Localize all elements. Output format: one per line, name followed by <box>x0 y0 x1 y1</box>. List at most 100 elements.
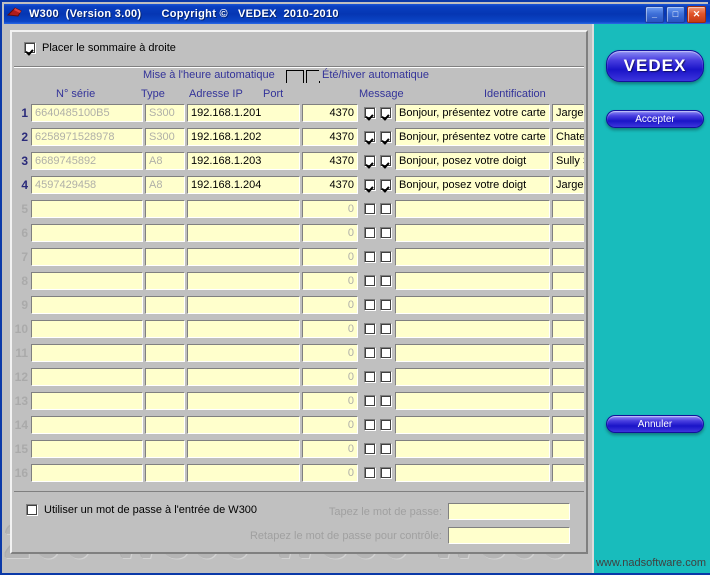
dst-checkbox-cell[interactable] <box>379 251 392 263</box>
cell-id[interactable]: Jargeau 2 <box>552 176 584 194</box>
cell-ip[interactable] <box>187 344 300 362</box>
cell-type[interactable]: S300 <box>145 128 185 146</box>
sync-checkbox[interactable] <box>363 275 376 287</box>
cell-ip[interactable]: 192.168.1.204 <box>187 176 300 194</box>
sync-checkbox[interactable] <box>363 347 376 359</box>
sync-checkbox-cell[interactable] <box>363 395 376 407</box>
cell-ip[interactable] <box>187 248 300 266</box>
cell-port[interactable]: 0 <box>302 272 358 290</box>
cell-id[interactable] <box>552 368 584 386</box>
cancel-button[interactable]: Annuler <box>606 415 704 433</box>
cell-port[interactable]: 0 <box>302 320 358 338</box>
use-password-row[interactable]: Utiliser un mot de passe à l'entrée de W… <box>26 504 257 516</box>
table-row[interactable]: 3 6689745892 A8 192.168.1.203 4370 Bonjour, p… <box>14 149 584 173</box>
cell-msg[interactable] <box>395 416 550 434</box>
table-row[interactable]: 4 4597429458 A8 192.168.1.204 4370 Bonjour, p… <box>14 173 584 197</box>
sync-checkbox-cell[interactable] <box>363 347 376 359</box>
cell-ip[interactable] <box>187 368 300 386</box>
cell-id[interactable] <box>552 272 584 290</box>
sync-checkbox-cell[interactable] <box>363 155 376 167</box>
cell-ip[interactable]: 192.168.1.202 <box>187 128 300 146</box>
dst-checkbox-cell[interactable] <box>379 107 392 119</box>
cell-port[interactable]: 0 <box>302 368 358 386</box>
cell-msg[interactable] <box>395 248 550 266</box>
sync-checkbox-cell[interactable] <box>363 203 376 215</box>
cell-msg[interactable] <box>395 368 550 386</box>
table-row[interactable]: 13 0 <box>14 389 584 413</box>
table-row[interactable]: 16 0 <box>14 461 584 485</box>
cell-ip[interactable]: 192.168.1.203 <box>187 152 300 170</box>
dst-checkbox[interactable] <box>379 131 392 143</box>
accept-button[interactable]: Accepter <box>606 110 704 128</box>
table-row[interactable]: 10 0 <box>14 317 584 341</box>
cell-type[interactable] <box>145 440 185 458</box>
sync-checkbox-cell[interactable] <box>363 323 376 335</box>
cell-msg[interactable]: Bonjour, présentez votre carte <box>395 128 550 146</box>
sync-checkbox[interactable] <box>363 203 376 215</box>
cell-ip[interactable]: 192.168.1.201 <box>187 104 300 122</box>
sync-checkbox-cell[interactable] <box>363 179 376 191</box>
sync-checkbox[interactable] <box>363 419 376 431</box>
dst-checkbox-cell[interactable] <box>379 227 392 239</box>
cell-id[interactable] <box>552 416 584 434</box>
sync-checkbox[interactable] <box>363 323 376 335</box>
cell-ip[interactable] <box>187 440 300 458</box>
table-row[interactable]: 50 <box>14 197 584 221</box>
sync-checkbox[interactable] <box>363 251 376 263</box>
cell-ip[interactable] <box>187 416 300 434</box>
dst-checkbox[interactable] <box>379 203 392 215</box>
cell-serial[interactable] <box>31 320 143 338</box>
dst-checkbox[interactable] <box>379 155 392 167</box>
sync-checkbox-cell[interactable] <box>363 419 376 431</box>
table-row[interactable]: 1 6640485100B5 S300 192.168.1.201 4370 Bonjou… <box>14 101 584 125</box>
cell-port[interactable]: 0 <box>302 416 358 434</box>
cell-port[interactable]: 0 <box>302 200 358 218</box>
cell-type[interactable] <box>145 416 185 434</box>
sync-checkbox-cell[interactable] <box>363 371 376 383</box>
cell-type[interactable]: A8 <box>145 152 185 170</box>
minimize-button[interactable]: _ <box>645 5 664 23</box>
dst-checkbox-cell[interactable] <box>379 179 392 191</box>
cell-type[interactable] <box>145 368 185 386</box>
cell-id[interactable]: Chateauneuf <box>552 128 584 146</box>
cell-id[interactable]: Sully Sur Loire <box>552 152 584 170</box>
dst-checkbox[interactable] <box>379 275 392 287</box>
cell-ip[interactable] <box>187 296 300 314</box>
dst-checkbox[interactable] <box>379 419 392 431</box>
cell-type[interactable] <box>145 200 185 218</box>
sync-checkbox-cell[interactable] <box>363 131 376 143</box>
sync-checkbox[interactable] <box>363 299 376 311</box>
maximize-button[interactable]: □ <box>666 5 685 23</box>
dst-checkbox[interactable] <box>379 467 392 479</box>
cell-id[interactable] <box>552 392 584 410</box>
sync-checkbox-cell[interactable] <box>363 107 376 119</box>
cell-ip[interactable] <box>187 320 300 338</box>
cell-serial[interactable] <box>31 416 143 434</box>
table-row[interactable]: 11 0 <box>14 341 584 365</box>
cell-msg[interactable] <box>395 272 550 290</box>
cell-serial[interactable] <box>31 224 143 242</box>
table-row[interactable]: 15 0 <box>14 437 584 461</box>
sync-checkbox-cell[interactable] <box>363 443 376 455</box>
cell-serial[interactable] <box>31 392 143 410</box>
cell-ip[interactable] <box>187 272 300 290</box>
dst-checkbox[interactable] <box>379 179 392 191</box>
dst-checkbox-cell[interactable] <box>379 299 392 311</box>
cell-id[interactable] <box>552 440 584 458</box>
dst-checkbox-cell[interactable] <box>379 371 392 383</box>
confirm-password-field[interactable] <box>448 527 570 544</box>
cell-serial[interactable] <box>31 248 143 266</box>
cell-id[interactable]: Jargeau 1 <box>552 104 584 122</box>
sync-checkbox[interactable] <box>363 395 376 407</box>
cell-msg[interactable] <box>395 440 550 458</box>
dst-checkbox[interactable] <box>379 251 392 263</box>
cell-type[interactable] <box>145 464 185 482</box>
cell-port[interactable]: 4370 <box>302 176 358 194</box>
sync-checkbox-cell[interactable] <box>363 275 376 287</box>
cell-msg[interactable] <box>395 296 550 314</box>
sync-checkbox[interactable] <box>363 371 376 383</box>
cell-serial[interactable] <box>31 464 143 482</box>
dst-checkbox-cell[interactable] <box>379 203 392 215</box>
cell-serial[interactable] <box>31 440 143 458</box>
cell-type[interactable] <box>145 344 185 362</box>
